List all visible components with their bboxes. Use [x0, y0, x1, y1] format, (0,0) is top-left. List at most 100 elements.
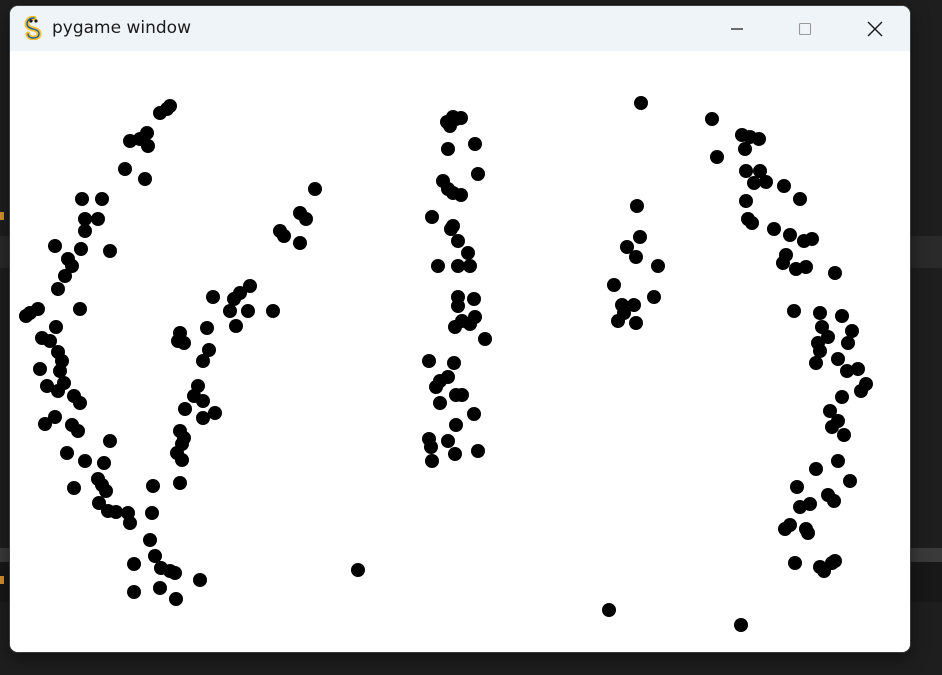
- scatter-point: [91, 212, 105, 226]
- scatter-point: [651, 259, 665, 273]
- scatter-point: [433, 396, 447, 410]
- scatter-point: [168, 566, 182, 580]
- scatter-point: [629, 316, 643, 330]
- scatter-point: [831, 352, 845, 366]
- background-code-marker: [0, 576, 4, 584]
- scatter-point: [103, 244, 117, 258]
- scatter-point: [783, 518, 797, 532]
- scatter-point: [777, 179, 791, 193]
- scatter-point: [53, 364, 67, 378]
- scatter-point: [206, 290, 220, 304]
- scatter-point: [634, 96, 648, 110]
- scatter-point: [145, 506, 159, 520]
- scatter-point: [745, 216, 759, 230]
- scatter-point: [739, 194, 753, 208]
- scatter-point: [196, 354, 210, 368]
- scatter-point: [127, 557, 141, 571]
- scatter-point: [208, 406, 222, 420]
- scatter-point: [805, 232, 819, 246]
- scatter-point: [19, 309, 33, 323]
- scatter-point: [97, 456, 111, 470]
- scatter-point: [759, 175, 773, 189]
- scatter-point: [738, 142, 752, 156]
- scatter-point: [74, 242, 88, 256]
- scatter-point: [455, 314, 469, 328]
- scatter-point: [266, 304, 280, 318]
- scatter-point: [835, 390, 849, 404]
- scatter-point: [451, 299, 465, 313]
- scatter-point: [633, 230, 647, 244]
- scatter-point: [767, 222, 781, 236]
- scatter-point: [33, 362, 47, 376]
- scatter-point: [175, 453, 189, 467]
- scatter-point: [449, 388, 463, 402]
- scatter-point: [809, 462, 823, 476]
- scatter-point: [813, 306, 827, 320]
- scatter-point: [95, 192, 109, 206]
- scatter-point: [78, 224, 92, 238]
- scatter-point: [828, 266, 842, 280]
- close-icon: [867, 21, 883, 36]
- pygame-window[interactable]: pygame window: [10, 6, 910, 652]
- scatter-point: [630, 199, 644, 213]
- scatter-point: [449, 418, 463, 432]
- scatter-point: [138, 172, 152, 186]
- scatter-point: [153, 581, 167, 595]
- scatter-point: [752, 132, 766, 146]
- scatter-point: [710, 150, 724, 164]
- scatter-point: [241, 304, 255, 318]
- scatter-point: [103, 434, 117, 448]
- scatter-point: [647, 290, 661, 304]
- title-bar[interactable]: pygame window: [10, 6, 910, 51]
- scatter-point: [468, 137, 482, 151]
- scatter-point: [827, 494, 841, 508]
- scatter-point: [73, 302, 87, 316]
- maximize-button[interactable]: [782, 6, 828, 51]
- scatter-point: [424, 440, 438, 454]
- scatter-point: [471, 167, 485, 181]
- scatter-point: [71, 424, 85, 438]
- scatter-point: [148, 549, 162, 563]
- scatter-point: [163, 99, 177, 113]
- scatter-point: [444, 222, 458, 236]
- close-button[interactable]: [852, 6, 898, 51]
- scatter-point: [463, 259, 477, 273]
- scatter-point: [196, 411, 210, 425]
- scatter-point: [425, 210, 439, 224]
- minimize-icon: [731, 27, 743, 30]
- scatter-point: [859, 377, 873, 391]
- minimize-button[interactable]: [714, 6, 760, 51]
- scatter-point: [229, 319, 243, 333]
- scatter-point: [831, 414, 845, 428]
- scatter-point: [178, 402, 192, 416]
- game-canvas[interactable]: [10, 51, 910, 652]
- scatter-point: [196, 394, 210, 408]
- scatter-point: [227, 292, 241, 306]
- scatter-point: [831, 454, 845, 468]
- scatter-point: [425, 454, 439, 468]
- scatter-point: [607, 278, 621, 292]
- pygame-snake-icon: [24, 16, 42, 40]
- scatter-point: [48, 239, 62, 253]
- scatter-point: [471, 444, 485, 458]
- maximize-icon: [798, 22, 812, 35]
- scatter-point: [58, 269, 72, 283]
- scatter-point: [629, 250, 643, 264]
- scatter-point: [299, 212, 313, 226]
- scatter-point: [799, 260, 813, 274]
- scatter-point: [828, 554, 842, 568]
- scatter-point: [51, 384, 65, 398]
- scatter-point: [75, 192, 89, 206]
- scatter-point: [146, 479, 160, 493]
- scatter-point: [193, 573, 207, 587]
- scatter-point: [793, 500, 807, 514]
- scatter-point: [451, 234, 465, 248]
- scatter-point: [705, 112, 719, 126]
- scatter-point: [467, 407, 481, 421]
- scatter-point: [788, 556, 802, 570]
- scatter-point: [787, 304, 801, 318]
- scatter-point: [118, 162, 132, 176]
- scatter-point: [851, 362, 865, 376]
- scatter-point: [123, 516, 137, 530]
- scatter-point: [451, 259, 465, 273]
